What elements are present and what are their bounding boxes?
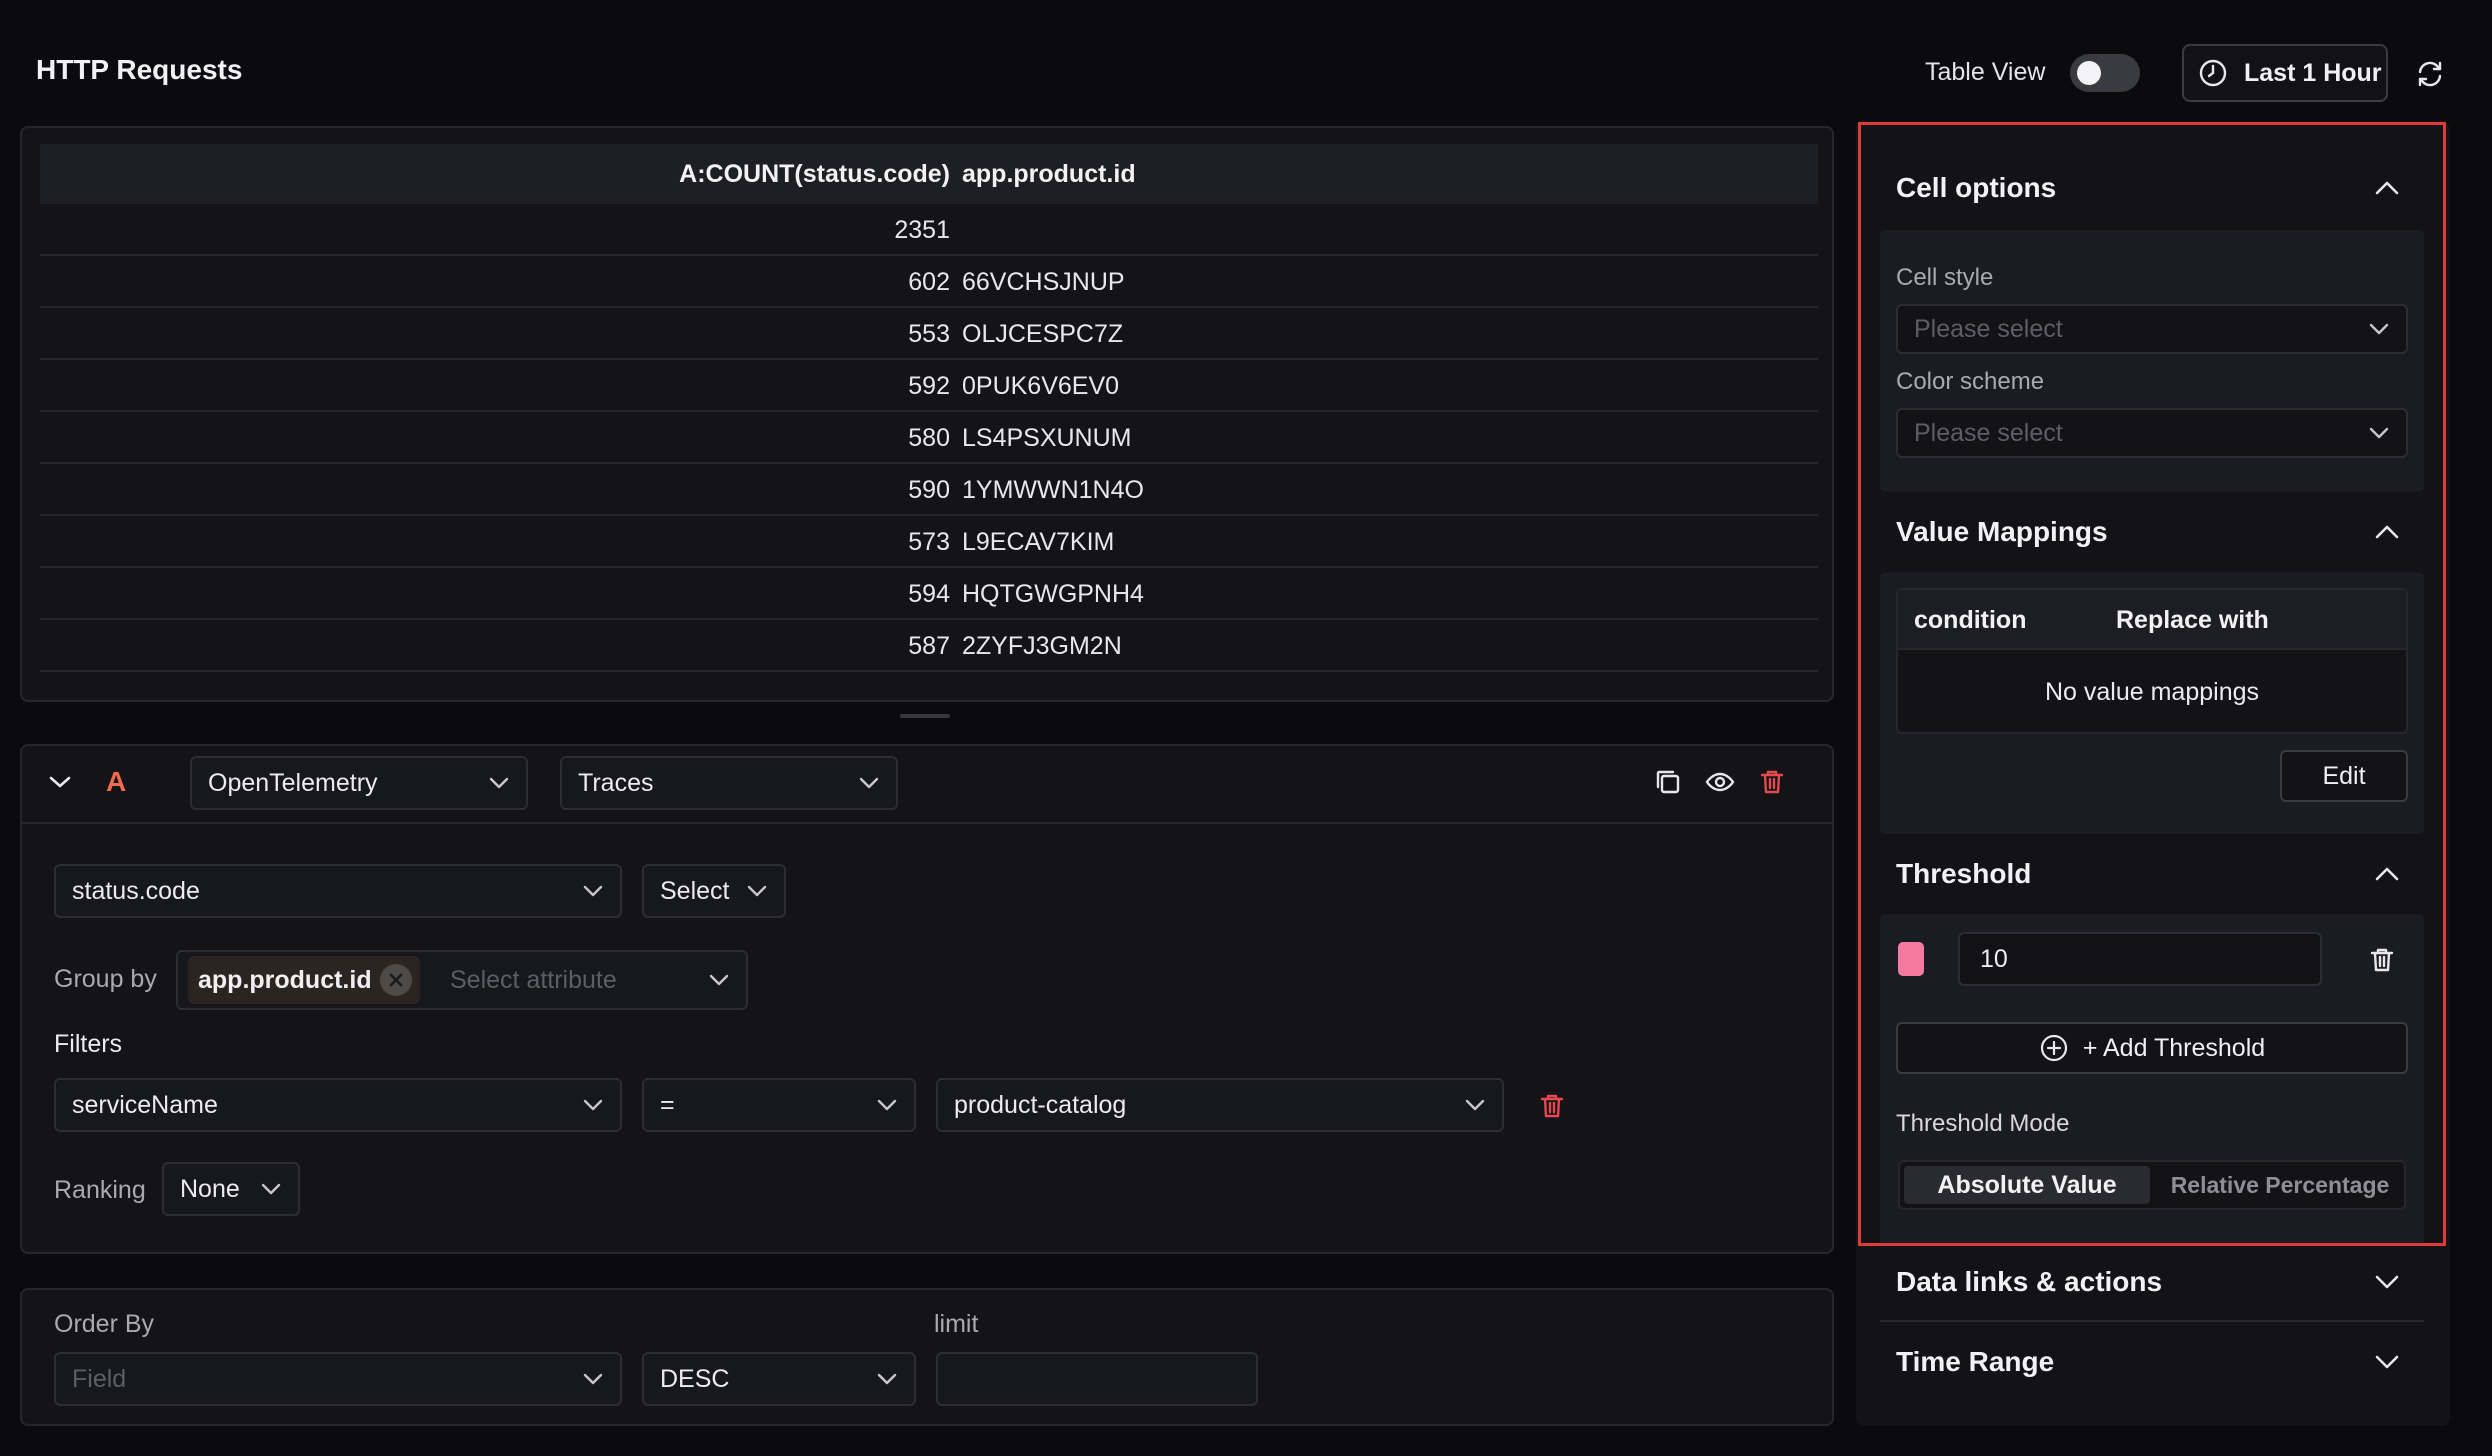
time-range-title[interactable]: Time Range xyxy=(1896,1346,2054,1378)
order-field-select[interactable]: Field xyxy=(54,1352,622,1406)
table-header: A:COUNT(status.code) app.product.id xyxy=(40,144,1818,204)
remove-chip-button[interactable] xyxy=(379,964,412,996)
datasource-value: OpenTelemetry xyxy=(208,768,378,797)
filter-field-select[interactable]: serviceName xyxy=(54,1078,622,1132)
toggle-knob xyxy=(2077,61,2101,85)
datasource-select[interactable]: OpenTelemetry xyxy=(190,756,528,810)
chevron-down-icon xyxy=(261,1183,281,1195)
table-row: 592 0PUK6V6EV0 xyxy=(40,360,1818,412)
chevron-down-icon xyxy=(583,1373,603,1385)
chevron-down-icon xyxy=(877,1099,897,1111)
cell-product-id: 2ZYFJ3GM2N xyxy=(962,632,1122,660)
cell-product-id: LS4PSXUNUM xyxy=(962,424,1132,452)
order-direction-value: DESC xyxy=(660,1364,730,1393)
filters-label: Filters xyxy=(54,1030,123,1058)
order-direction-select[interactable]: DESC xyxy=(642,1352,916,1406)
chevron-down-icon xyxy=(583,885,603,897)
ranking-label: Ranking xyxy=(54,1176,146,1204)
results-table: A:COUNT(status.code) app.product.id 2351… xyxy=(20,126,1834,702)
table-row: 2351 xyxy=(40,204,1818,256)
cell-count: 590 xyxy=(908,476,950,504)
table-view-toggle[interactable] xyxy=(2070,54,2140,92)
metric-field-select[interactable]: status.code xyxy=(54,864,622,918)
resize-handle[interactable] xyxy=(900,714,950,718)
cell-count: 594 xyxy=(908,580,950,608)
group-by-chip-label: app.product.id xyxy=(198,965,372,994)
signal-select[interactable]: Traces xyxy=(560,756,898,810)
filter-operator-value: = xyxy=(660,1090,675,1119)
cell-product-id: 66VCHSJNUP xyxy=(962,268,1125,296)
chevron-down-icon xyxy=(583,1099,603,1111)
table-view-label: Table View xyxy=(1925,58,2046,86)
query-header-divider xyxy=(22,822,1832,824)
chevron-down-icon xyxy=(747,885,767,897)
metric-field-value: status.code xyxy=(72,876,200,905)
highlight-box xyxy=(1858,122,2446,1246)
cell-count: 592 xyxy=(908,372,950,400)
table-row: 580 LS4PSXUNUM xyxy=(40,412,1818,464)
query-letter: A xyxy=(106,766,127,797)
filter-value-select[interactable]: product-catalog xyxy=(936,1078,1504,1132)
limit-input[interactable] xyxy=(936,1352,1258,1406)
eye-icon[interactable] xyxy=(1704,766,1736,798)
time-range-label: Last 1 Hour xyxy=(2244,58,2382,87)
cell-product-id: L9ECAV7KIM xyxy=(962,528,1115,556)
ranking-value: None xyxy=(180,1174,240,1203)
time-range-button[interactable]: Last 1 Hour xyxy=(2182,44,2388,102)
group-by-chip: app.product.id xyxy=(188,956,420,1004)
table-row: 594 HQTGWGPNH4 xyxy=(40,568,1818,620)
cell-product-id: HQTGWGPNH4 xyxy=(962,580,1144,608)
chevron-down-icon[interactable] xyxy=(2374,1274,2400,1290)
cell-count: 553 xyxy=(908,320,950,348)
cell-product-id: OLJCESPC7Z xyxy=(962,320,1124,348)
refresh-icon[interactable] xyxy=(2414,58,2446,90)
table-row: 573 L9ECAV7KIM xyxy=(40,516,1818,568)
section-divider xyxy=(1880,1320,2424,1322)
data-links-title[interactable]: Data links & actions xyxy=(1896,1266,2162,1298)
signal-value: Traces xyxy=(578,768,654,797)
cell-count: 2351 xyxy=(894,216,950,244)
chevron-down-icon xyxy=(859,777,879,789)
page-title: HTTP Requests xyxy=(36,54,243,85)
cell-product-id: 1YMWWN1N4O xyxy=(962,476,1144,504)
cell-count: 587 xyxy=(908,632,950,660)
cell-count: 580 xyxy=(908,424,950,452)
delete-filter-icon[interactable] xyxy=(1536,1090,1568,1122)
chevron-down-icon xyxy=(877,1373,897,1385)
order-field-placeholder: Field xyxy=(72,1364,127,1393)
cell-count: 602 xyxy=(908,268,950,296)
aggregation-value: Select xyxy=(660,876,730,905)
chevron-down-icon[interactable] xyxy=(2374,1354,2400,1370)
column-header-product-id[interactable]: app.product.id xyxy=(962,144,1136,204)
copy-icon[interactable] xyxy=(1652,766,1684,798)
filter-operator-select[interactable]: = xyxy=(642,1078,916,1132)
group-by-placeholder: Select attribute xyxy=(450,965,617,994)
group-by-label: Group by xyxy=(54,965,157,993)
limit-label: limit xyxy=(934,1310,979,1338)
trash-icon[interactable] xyxy=(1756,766,1788,798)
table-row: 590 1YMWWN1N4O xyxy=(40,464,1818,516)
table-row: 553 OLJCESPC7Z xyxy=(40,308,1818,360)
ranking-select[interactable]: None xyxy=(162,1162,300,1216)
aggregation-select[interactable]: Select xyxy=(642,864,786,918)
filter-value: product-catalog xyxy=(954,1090,1127,1119)
chevron-down-icon xyxy=(1465,1099,1485,1111)
close-icon xyxy=(389,973,402,987)
collapse-chevron-icon[interactable] xyxy=(48,774,72,790)
table-row: 602 66VCHSJNUP xyxy=(40,256,1818,308)
clock-icon xyxy=(2199,59,2227,87)
table-row: 587 2ZYFJ3GM2N xyxy=(40,620,1818,672)
chevron-down-icon xyxy=(489,777,509,789)
column-header-count[interactable]: A:COUNT(status.code) xyxy=(679,144,950,204)
cell-product-id: 0PUK6V6EV0 xyxy=(962,372,1120,400)
chevron-down-icon xyxy=(709,974,729,986)
order-by-label: Order By xyxy=(54,1310,155,1338)
filter-field-value: serviceName xyxy=(72,1090,218,1119)
cell-count: 573 xyxy=(908,528,950,556)
